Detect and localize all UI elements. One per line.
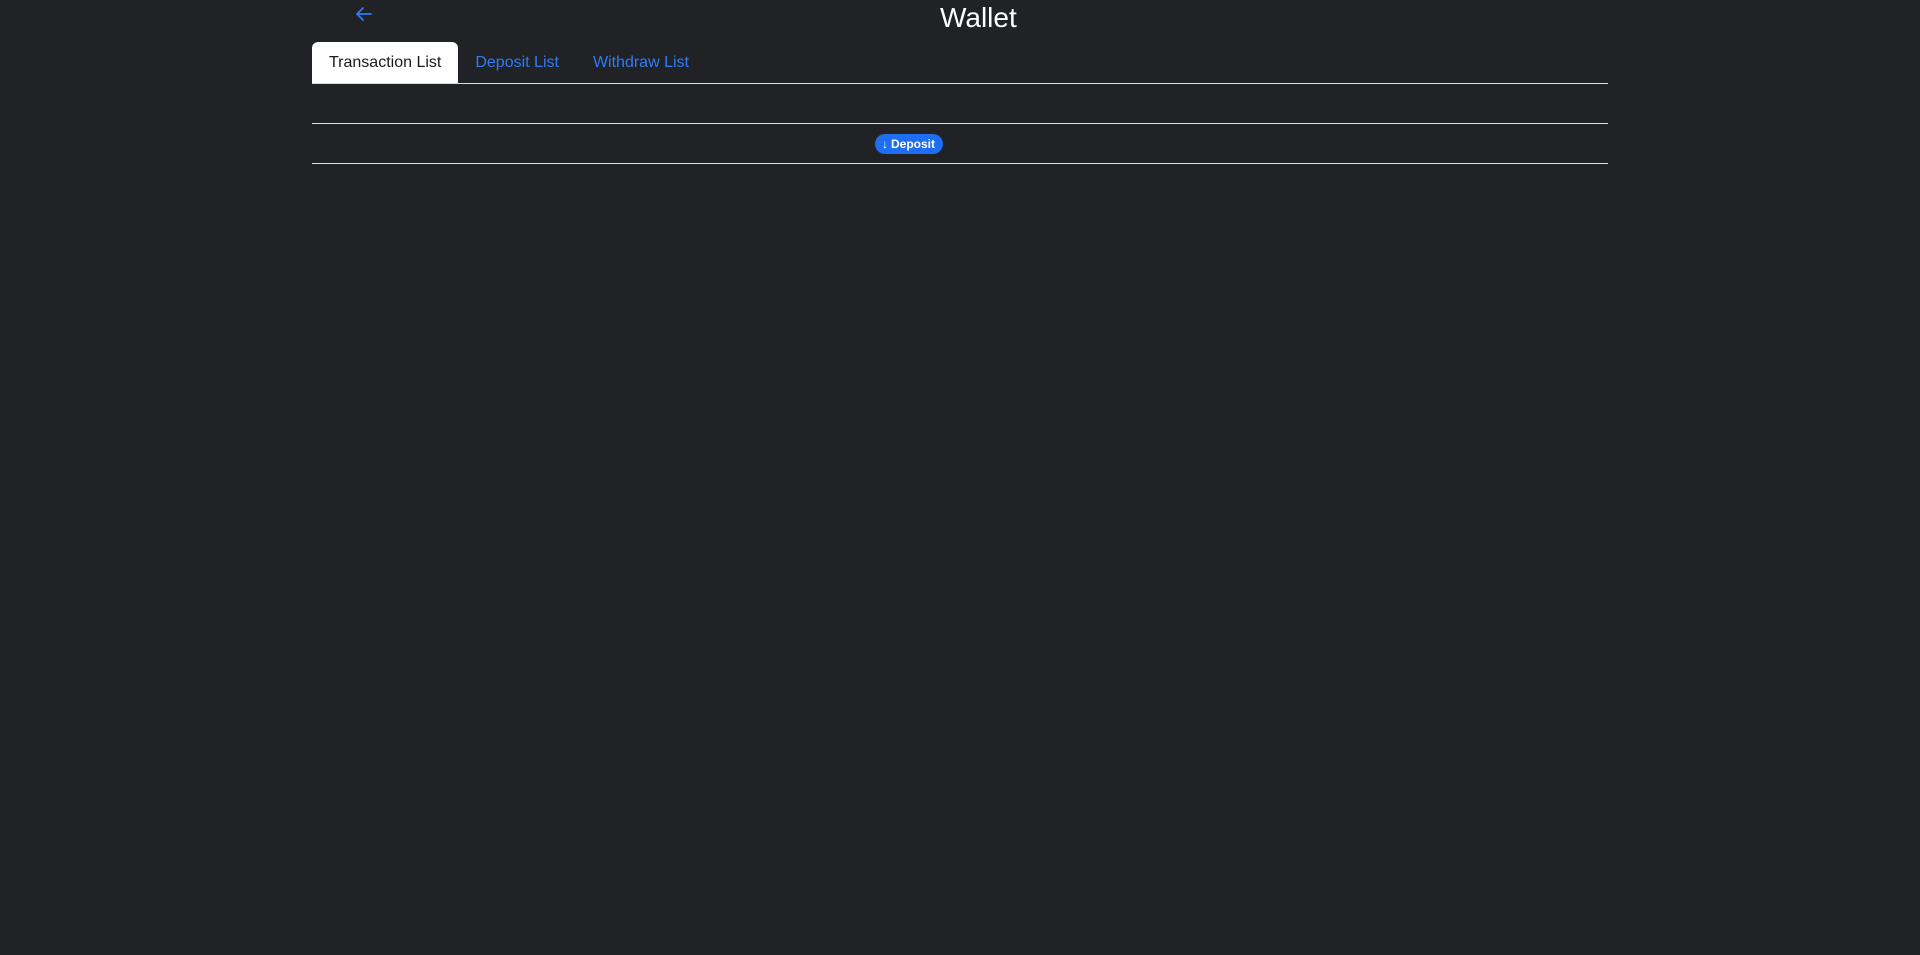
tab-withdraw-list[interactable]: Withdraw List <box>576 42 706 83</box>
deposit-badge-label: Deposit <box>891 136 936 151</box>
arrow-down-icon: ↓ <box>882 136 888 151</box>
page-title: Wallet <box>940 2 1017 33</box>
table-row: ↓ Deposit <box>312 124 1608 164</box>
tab-transaction-list[interactable]: Transaction List <box>312 42 459 83</box>
deposit-badge: ↓ Deposit <box>875 133 944 154</box>
tab-deposit-list[interactable]: Deposit List <box>458 42 576 83</box>
header: Wallet <box>0 0 1920 36</box>
transaction-table: ↓ Deposit <box>312 84 1608 164</box>
table-header-row <box>312 84 1608 124</box>
wallet-tabs: Transaction List Deposit List Withdraw L… <box>312 42 1608 84</box>
transaction-type-cell: ↓ Deposit <box>875 124 944 163</box>
wallet-page: Wallet Transaction List Deposit List Wit… <box>0 0 1920 955</box>
